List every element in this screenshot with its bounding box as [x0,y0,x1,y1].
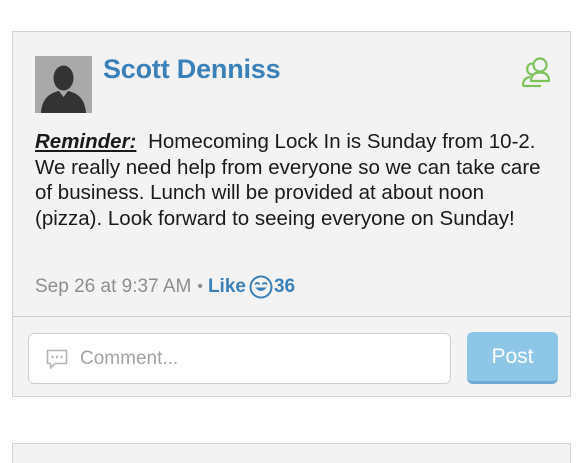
author-name[interactable]: Scott Denniss [103,54,281,85]
post-timestamp[interactable]: Sep 26 at 9:37 AM [35,276,191,298]
post-body: Reminder: Homecoming Lock In is Sunday f… [35,129,555,231]
people-icon[interactable] [519,55,553,89]
author-avatar[interactable] [35,56,92,113]
meta-separator: • [197,278,203,295]
post-card: Scott Denniss Reminder: Homecoming Lock … [12,31,571,397]
user-silhouette-icon [35,56,92,113]
speech-bubble-icon [46,349,68,369]
reminder-label: Reminder: [35,130,137,153]
like-count[interactable]: 36 [274,276,295,298]
comment-field[interactable] [28,333,451,384]
like-button[interactable]: Like [208,276,246,298]
smiley-icon[interactable] [249,275,273,299]
card-divider [13,316,570,317]
post-meta: Sep 26 at 9:37 AM • Like 36 [35,274,295,300]
post-comment-button[interactable]: Post [467,332,558,384]
next-post-card [12,443,571,463]
comment-input[interactable] [80,347,420,370]
